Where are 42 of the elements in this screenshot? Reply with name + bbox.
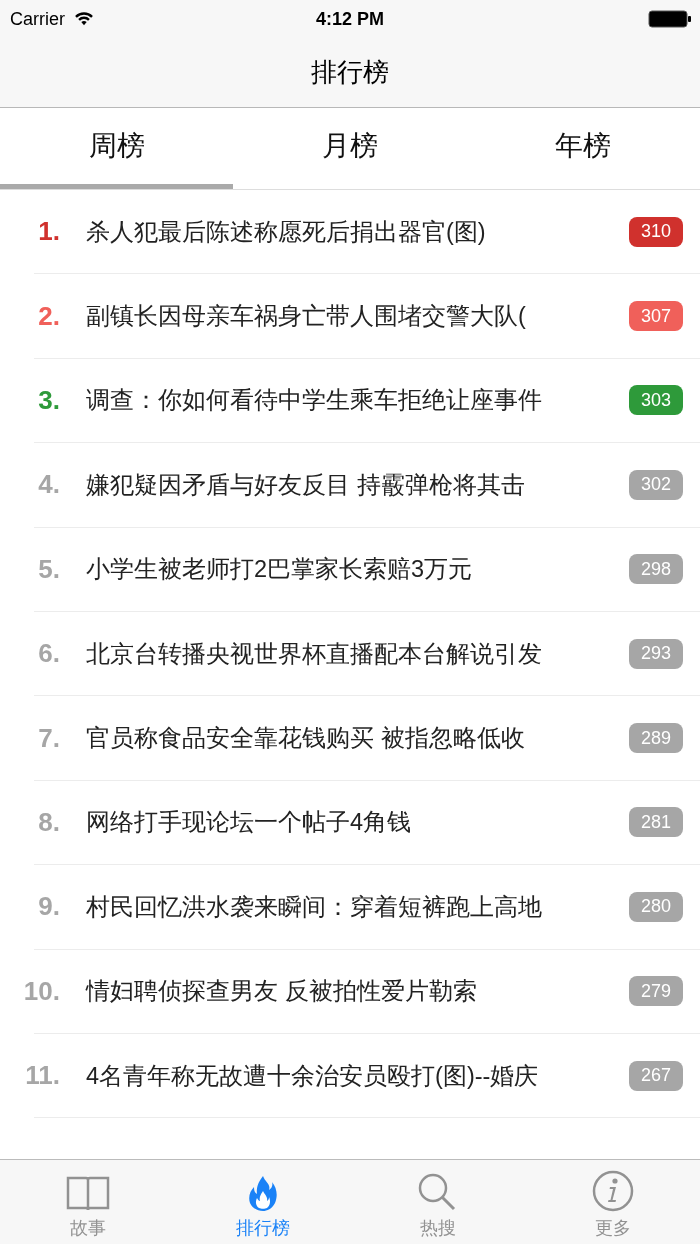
news-title[interactable]: 网络打手现论坛一个帖子4角钱	[86, 806, 601, 839]
rank-number: 1.	[37, 216, 60, 248]
rank-number: 4.	[37, 469, 60, 501]
news-title[interactable]: 情妇聘侦探查男友 反被拍性爱片勒索	[86, 975, 601, 1008]
tab-bar-item[interactable]: 排行榜	[175, 1160, 350, 1244]
news-title[interactable]: 4名青年称无故遭十余治安员殴打(图)--婚庆	[86, 1059, 601, 1092]
rank-number: 2.	[37, 300, 60, 332]
flame-icon	[246, 1174, 279, 1212]
count-badge: 310	[629, 216, 683, 247]
news-title[interactable]: 调查：你如何看待中学生乘车拒绝让座事件	[86, 384, 601, 417]
rank-number: 6.	[37, 638, 60, 670]
rank-number: 8.	[37, 806, 60, 838]
news-title[interactable]: 小学生被老师打2巴掌家长索赔3万元	[86, 553, 601, 586]
count-badge: 280	[629, 891, 683, 922]
news-title[interactable]: 杀人犯最后陈述称愿死后捐出器官(图)	[86, 215, 601, 248]
news-title[interactable]: 嫌犯疑因矛盾与好友反目 持霰弹枪将其击	[86, 468, 601, 501]
wifi-icon	[73, 11, 95, 27]
rank-number: 9.	[37, 891, 60, 923]
count-badge: 302	[629, 469, 683, 500]
status-time: 4:12 PM	[316, 8, 384, 30]
battery-icon	[648, 10, 692, 28]
rank-number: 3.	[37, 384, 60, 416]
count-badge: 298	[629, 554, 683, 585]
count-badge: 267	[629, 1060, 683, 1091]
carrier-label: Carrier	[10, 8, 65, 30]
rank-number: 10.	[22, 975, 60, 1007]
count-badge: 281	[629, 807, 683, 838]
nav-title: 排行榜	[311, 56, 389, 89]
count-badge: 307	[629, 301, 683, 332]
count-badge: 289	[629, 723, 683, 754]
news-title[interactable]: 村民回忆洪水袭来瞬间：穿着短裤跑上高地	[86, 890, 601, 923]
rank-number: 11.	[24, 1060, 60, 1092]
news-title[interactable]: 北京台转播央视世界杯直播配本台解说引发	[86, 637, 601, 670]
news-title[interactable]: 官员称食品安全靠花钱购买 被指忽略低收	[86, 722, 601, 755]
rank-number: 5.	[37, 553, 60, 585]
count-badge: 303	[629, 385, 683, 416]
info-icon	[591, 1170, 634, 1212]
count-badge: 279	[629, 976, 683, 1007]
book-icon	[65, 1174, 110, 1212]
count-badge: 293	[629, 638, 683, 669]
rank-number: 7.	[37, 722, 60, 754]
news-title[interactable]: 副镇长因母亲车祸身亡带人围堵交警大队(	[86, 300, 601, 333]
